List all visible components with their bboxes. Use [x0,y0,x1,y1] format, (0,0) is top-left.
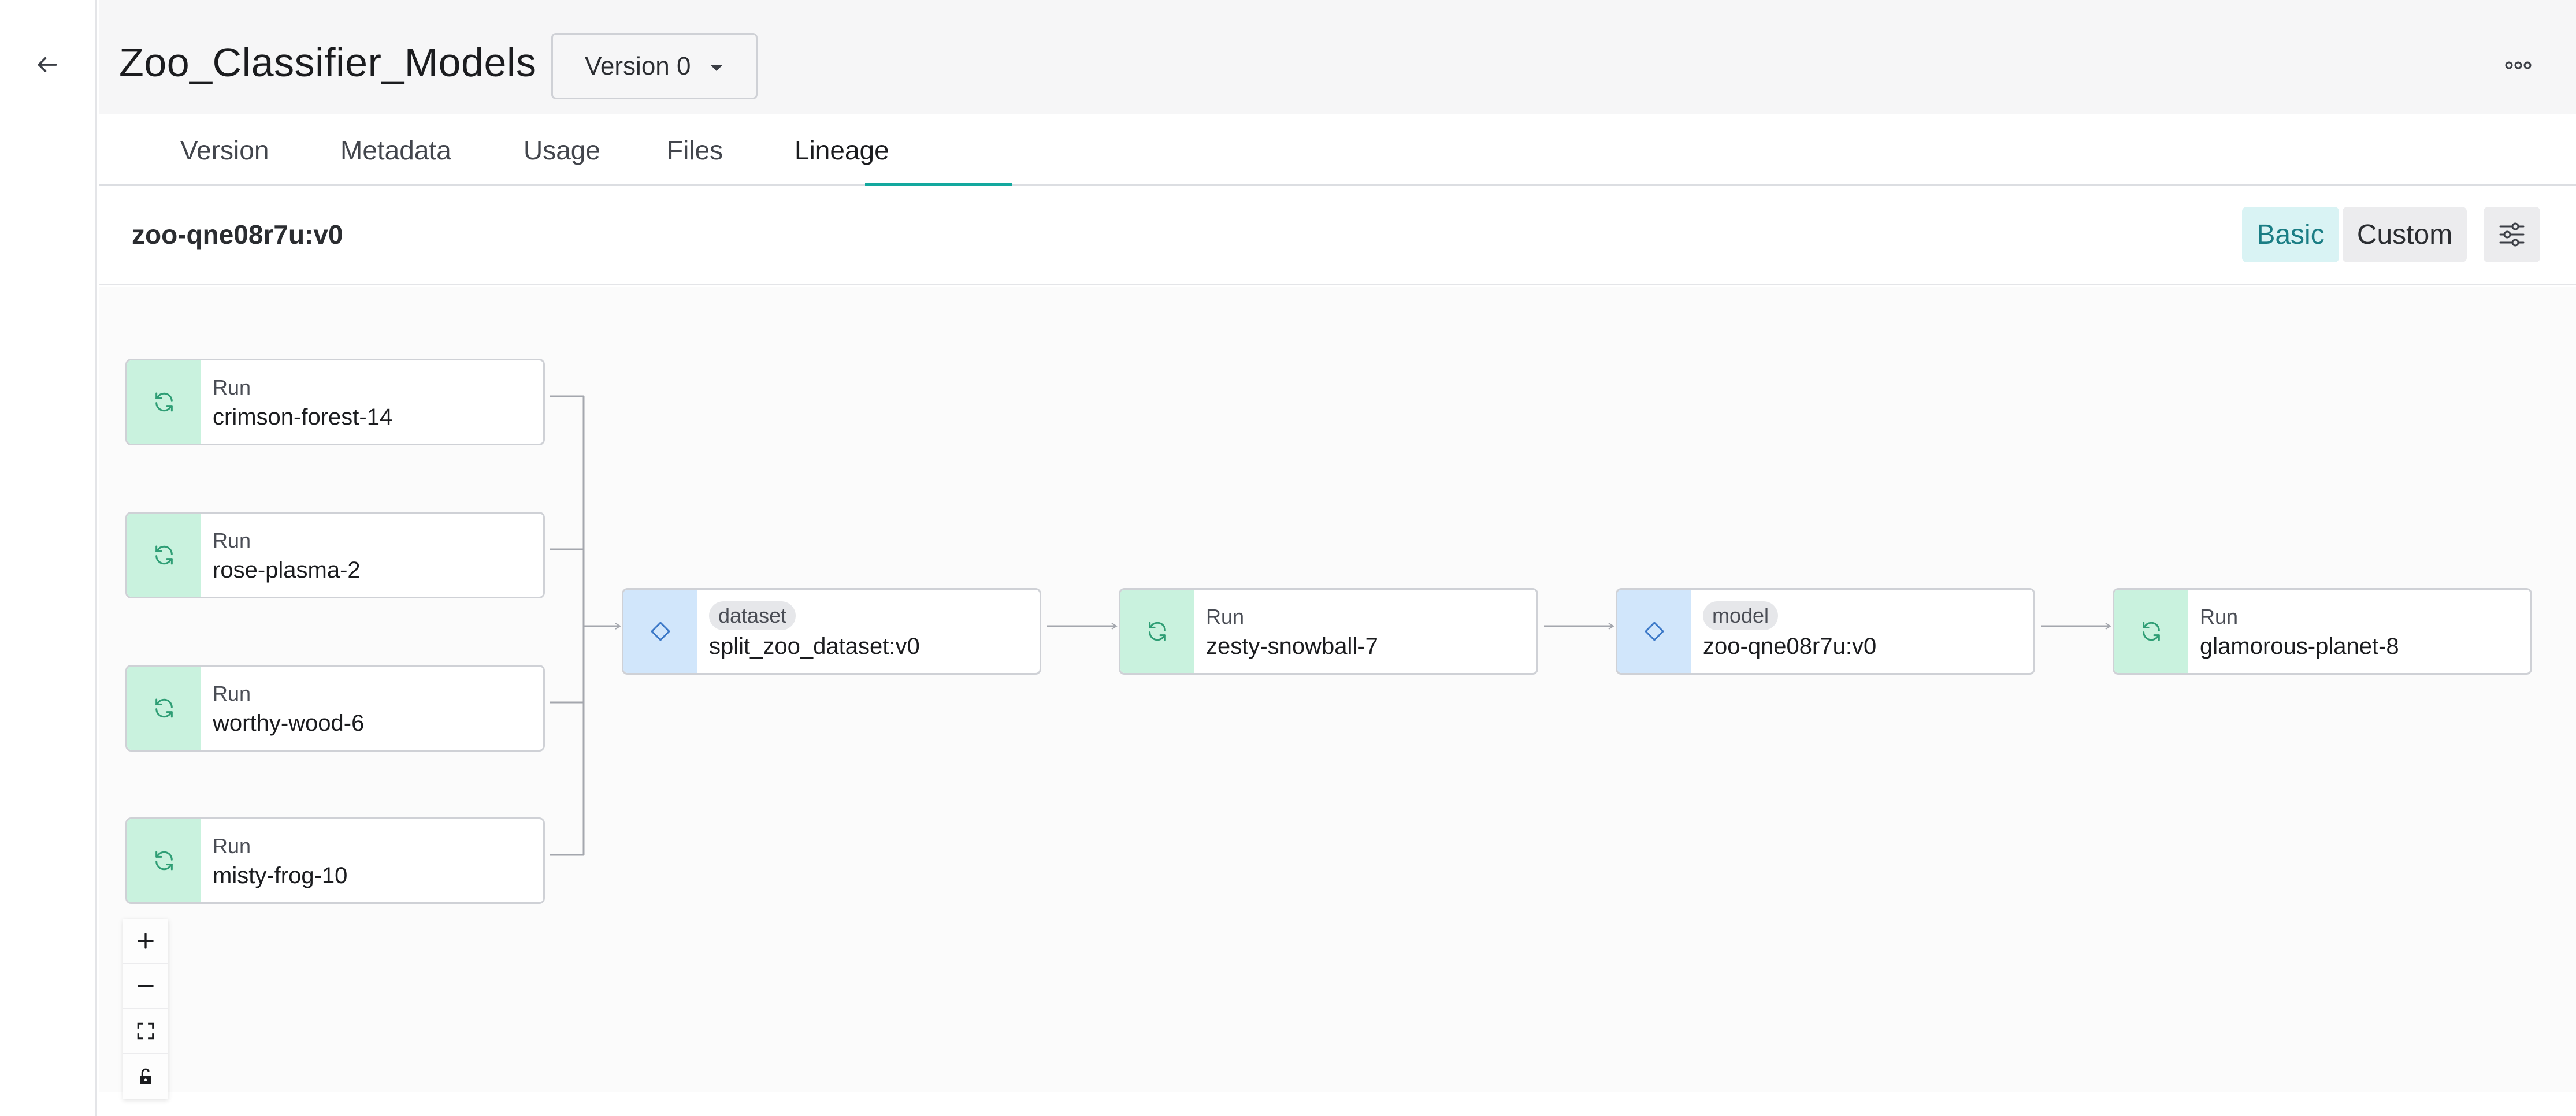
lineage-settings-button[interactable] [2484,207,2540,262]
diamond-icon [651,622,670,641]
run-node-crimson-forest-14[interactable]: Run crimson-forest-14 [125,359,545,445]
node-type-label: Run [213,529,251,552]
node-type-label: Run [213,682,251,705]
node-type-label: Run [213,375,251,399]
refresh-icon [155,392,173,412]
run-icon-box [2114,590,2188,673]
node-type-label: Run [2200,605,2239,628]
node-name: glamorous-planet-8 [2200,634,2399,659]
refresh-icon [155,545,173,565]
canvas-footer [99,1092,2576,1116]
run-icon-box [127,667,201,750]
diamond-icon [1645,622,1664,641]
node-name: rose-plasma-2 [213,557,361,583]
left-rail [0,0,97,1116]
fit-view-button[interactable] [123,1009,168,1054]
node-name: zoo-qne08r7u:v0 [1703,634,1877,659]
run-node-worthy-wood-6[interactable]: Run worthy-wood-6 [125,665,545,752]
node-type-label: Run [1206,605,1245,628]
node-name: split_zoo_dataset:v0 [709,634,920,659]
artifact-node-split-zoo-dataset[interactable]: dataset split_zoo_dataset:v0 [622,588,1041,675]
node-name: zesty-snowball-7 [1206,634,1378,659]
node-name: misty-frog-10 [213,863,348,888]
zoom-out-button[interactable] [123,964,168,1009]
tab-metadata[interactable]: Metadata [340,114,451,186]
refresh-icon [155,851,173,871]
run-node-misty-frog-10[interactable]: Run misty-frog-10 [125,817,545,904]
artifact-node-zoo-model[interactable]: model zoo-qne08r7u:v0 [1616,588,2035,675]
more-horizontal-icon [2505,61,2532,69]
custom-mode-button[interactable]: Custom [2343,207,2467,262]
run-node-glamorous-planet-8[interactable]: Run glamorous-planet-8 [2113,588,2532,675]
arrow-left-icon [38,57,57,72]
zoom-in-button[interactable] [123,919,168,964]
version-select-label: Version 0 [585,51,691,80]
back-button[interactable] [30,47,65,82]
run-icon-box [127,819,201,902]
mode-toggle: Basic Custom [2242,207,2467,262]
more-options-button[interactable] [2501,51,2536,80]
fit-view-icon [137,1022,154,1040]
run-node-rose-plasma-2[interactable]: Run rose-plasma-2 [125,512,545,598]
lineage-toolbar: zoo-qne08r7u:v0 Basic Custom [99,186,2576,285]
run-icon-box [127,514,201,597]
node-type-pill: model [1703,601,1779,630]
tab-files[interactable]: Files [667,114,723,186]
version-select[interactable]: Version 0 [551,33,758,99]
refresh-icon [2143,622,2160,641]
tab-version[interactable]: Version [180,114,269,186]
artifact-title: zoo-qne08r7u:v0 [132,220,343,250]
tab-usage[interactable]: Usage [524,114,600,186]
page-header: Zoo_Classifier_Models Version 0 [99,0,2576,114]
run-icon-box [127,360,201,444]
artifact-icon-box [623,590,697,673]
unlock-icon [140,1068,151,1084]
artifact-icon-box [1617,590,1691,673]
sliders-icon [2499,222,2525,247]
run-node-zesty-snowball-7[interactable]: Run zesty-snowball-7 [1119,588,1538,675]
minus-icon [138,985,154,987]
node-name: worthy-wood-6 [213,710,365,736]
page-title: Zoo_Classifier_Models [119,40,537,85]
plus-icon [138,933,154,949]
run-icon-box [1120,590,1194,673]
zoom-controls [123,919,168,1099]
node-type-label: Run [213,834,251,858]
node-type-pill: dataset [709,601,796,630]
toggle-interactivity-button[interactable] [123,1054,168,1099]
tab-lineage[interactable]: Lineage [795,114,889,186]
basic-mode-button[interactable]: Basic [2242,207,2339,262]
refresh-icon [155,698,173,718]
refresh-icon [1149,622,1166,641]
node-name: crimson-forest-14 [213,404,393,430]
tab-bar: Version Metadata Usage Files Lineage [99,114,2576,186]
caret-down-icon [711,65,722,71]
